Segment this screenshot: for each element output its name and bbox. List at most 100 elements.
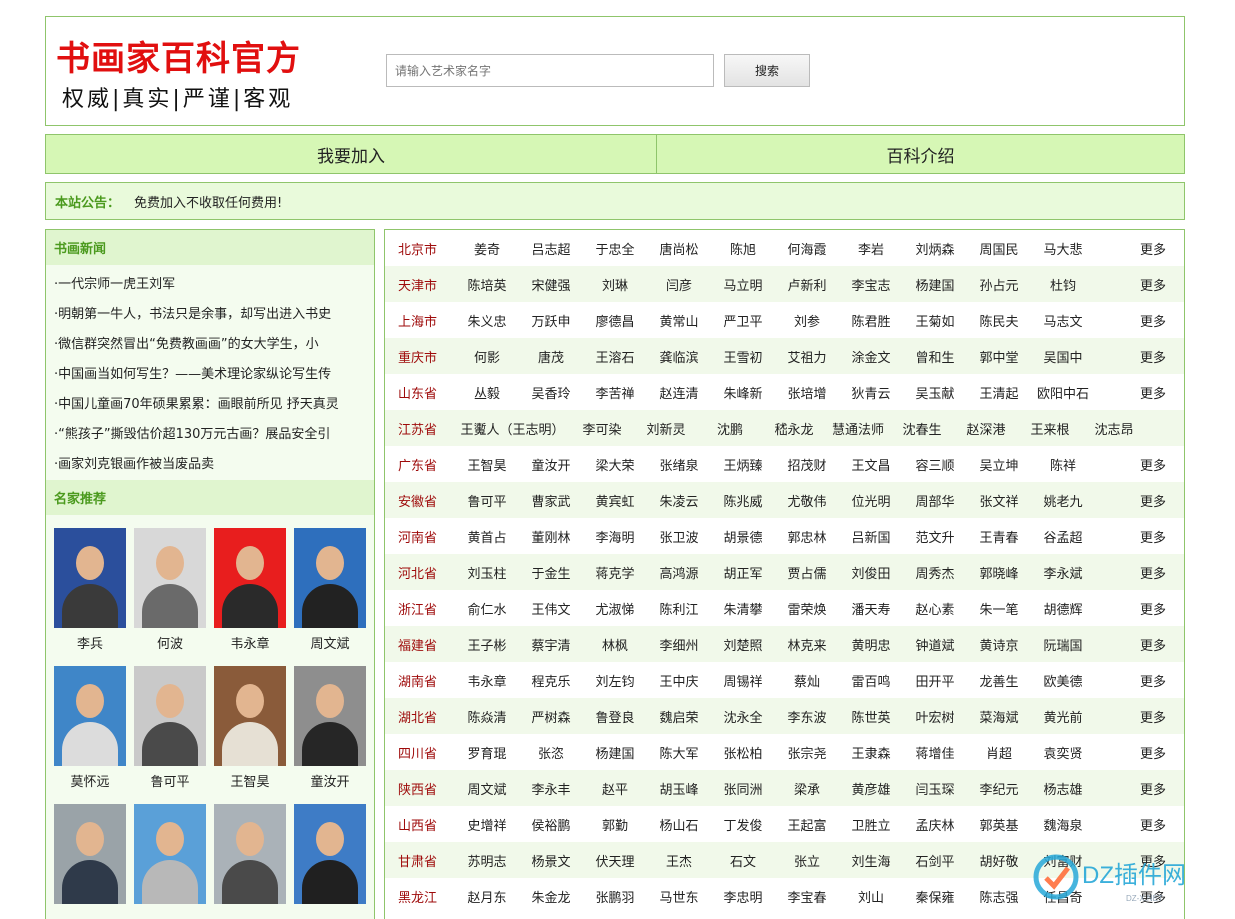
region-name[interactable]: 甘肃省 (385, 851, 455, 870)
artist-link[interactable]: 蔡宇清 (519, 635, 583, 654)
artist-link[interactable]: 严卫平 (711, 311, 775, 330)
artist-link[interactable]: 孟庆林 (903, 815, 967, 834)
artist-link[interactable]: 吕新国 (839, 527, 903, 546)
artist-link[interactable]: 赵连清 (647, 383, 711, 402)
more-link[interactable]: 更多 (1140, 311, 1166, 330)
nav-join[interactable]: 我要加入 (46, 135, 657, 173)
artist-link[interactable]: 沈鹏 (698, 419, 762, 438)
artist-link[interactable]: 马世东 (647, 887, 711, 906)
artist-link[interactable]: 蒋克学 (583, 563, 647, 582)
artist-link[interactable]: 梁大荣 (583, 455, 647, 474)
artist-link[interactable]: 郭英基 (967, 815, 1031, 834)
artist-link[interactable]: 刘山 (839, 887, 903, 906)
region-name[interactable]: 安徽省 (385, 491, 455, 510)
artist-link[interactable]: 潘天寿 (839, 599, 903, 618)
more-link[interactable]: 更多 (1140, 347, 1166, 366)
artist-link[interactable]: 李宝春 (775, 887, 839, 906)
artist-link[interactable]: 卢新利 (775, 275, 839, 294)
artist-link[interactable]: 梁承 (775, 779, 839, 798)
region-name[interactable]: 四川省 (385, 743, 455, 762)
region-name[interactable]: 天津市 (385, 275, 455, 294)
artist-link[interactable]: 郭中堂 (967, 347, 1031, 366)
artist-link[interactable]: 朱凌云 (647, 491, 711, 510)
artist-link[interactable]: 李永丰 (519, 779, 583, 798)
artist-link[interactable]: 姜奇 (455, 239, 519, 258)
region-name[interactable]: 陕西省 (385, 779, 455, 798)
artist-link[interactable]: 朱义忠 (455, 311, 519, 330)
artist-link[interactable]: 林克来 (775, 635, 839, 654)
artist-link[interactable]: 朱清攀 (711, 599, 775, 618)
artist-link[interactable]: 石文 (711, 851, 775, 870)
featured-artist-card[interactable]: 周文斌 (294, 528, 366, 666)
news-item[interactable]: ·微信群突然冒出“免费教画画”的女大学生，小 (54, 330, 366, 360)
more-link[interactable]: 更多 (1140, 815, 1166, 834)
region-name[interactable]: 上海市 (385, 311, 455, 330)
artist-link[interactable]: 胡好敬 (967, 851, 1031, 870)
artist-link[interactable]: 刘楚照 (711, 635, 775, 654)
artist-link[interactable]: 林枫 (583, 635, 647, 654)
artist-link[interactable]: 龚临滨 (647, 347, 711, 366)
artist-name[interactable]: 周文斌 (294, 628, 366, 662)
region-name[interactable]: 福建省 (385, 635, 455, 654)
featured-artist-card[interactable]: 王智昊 (214, 666, 286, 804)
artist-link[interactable]: 王溶石 (583, 347, 647, 366)
artist-link[interactable]: 王雪初 (711, 347, 775, 366)
artist-photo[interactable] (214, 804, 286, 904)
featured-artist-card[interactable] (214, 804, 286, 919)
artist-link[interactable]: 蒋增佳 (903, 743, 967, 762)
more-link[interactable]: 更多 (1140, 743, 1166, 762)
artist-link[interactable]: 杨建国 (583, 743, 647, 762)
artist-link[interactable]: 陈志强 (967, 887, 1031, 906)
artist-link[interactable]: 黄常山 (647, 311, 711, 330)
artist-link[interactable]: 招茂财 (775, 455, 839, 474)
artist-link[interactable]: 杜钧 (1031, 275, 1095, 294)
artist-link[interactable]: 石剑平 (903, 851, 967, 870)
featured-artist-card[interactable] (134, 804, 206, 919)
artist-link[interactable]: 张文祥 (967, 491, 1031, 510)
artist-link[interactable]: 王清起 (967, 383, 1031, 402)
featured-artist-card[interactable] (54, 804, 126, 919)
artist-link[interactable]: 王子彬 (455, 635, 519, 654)
artist-link[interactable]: 艾祖力 (775, 347, 839, 366)
more-link[interactable]: 更多 (1140, 851, 1166, 870)
artist-photo[interactable] (134, 666, 206, 766)
artist-link[interactable]: 俞仁水 (455, 599, 519, 618)
artist-link[interactable]: 陈君胜 (839, 311, 903, 330)
news-item[interactable]: ·“熊孩子”撕毁估价超130万元古画？展品安全引 (54, 420, 366, 450)
artist-link[interactable]: 王菊如 (903, 311, 967, 330)
artist-link[interactable]: 胡正军 (711, 563, 775, 582)
region-name[interactable]: 河北省 (385, 563, 455, 582)
artist-link[interactable]: 何影 (455, 347, 519, 366)
artist-link[interactable]: 张培增 (775, 383, 839, 402)
artist-link[interactable]: 蔡灿 (775, 671, 839, 690)
artist-link[interactable]: 王智昊 (455, 455, 519, 474)
artist-name[interactable]: 鲁可平 (134, 766, 206, 800)
artist-link[interactable]: 王魙人（王志明） (455, 419, 570, 438)
artist-link[interactable]: 黄光前 (1031, 707, 1095, 726)
artist-name[interactable]: 韦永章 (214, 628, 286, 662)
region-name[interactable]: 河南省 (385, 527, 455, 546)
region-name[interactable]: 江苏省 (385, 419, 455, 438)
artist-name[interactable]: 李兵 (54, 628, 126, 662)
artist-link[interactable]: 李东波 (775, 707, 839, 726)
artist-link[interactable]: 马立明 (711, 275, 775, 294)
featured-artist-card[interactable]: 何波 (134, 528, 206, 666)
artist-link[interactable]: 雷百鸣 (839, 671, 903, 690)
artist-link[interactable]: 陈兆威 (711, 491, 775, 510)
artist-link[interactable]: 胡景德 (711, 527, 775, 546)
artist-link[interactable]: 唐茂 (519, 347, 583, 366)
artist-link[interactable]: 王隶森 (839, 743, 903, 762)
artist-link[interactable]: 张卫波 (647, 527, 711, 546)
artist-link[interactable]: 赵深港 (954, 419, 1018, 438)
artist-link[interactable]: 陈民夫 (967, 311, 1031, 330)
artist-link[interactable]: 范文升 (903, 527, 967, 546)
artist-link[interactable]: 欧阳中石 (1031, 383, 1095, 402)
artist-link[interactable]: 陈祥 (1031, 455, 1095, 474)
artist-link[interactable]: 马志文 (1031, 311, 1095, 330)
artist-link[interactable]: 张松柏 (711, 743, 775, 762)
artist-link[interactable]: 雷荣焕 (775, 599, 839, 618)
artist-link[interactable]: 王来根 (1018, 419, 1082, 438)
artist-link[interactable]: 李永斌 (1031, 563, 1095, 582)
artist-link[interactable]: 陈旭 (711, 239, 775, 258)
featured-artist-card[interactable]: 李兵 (54, 528, 126, 666)
